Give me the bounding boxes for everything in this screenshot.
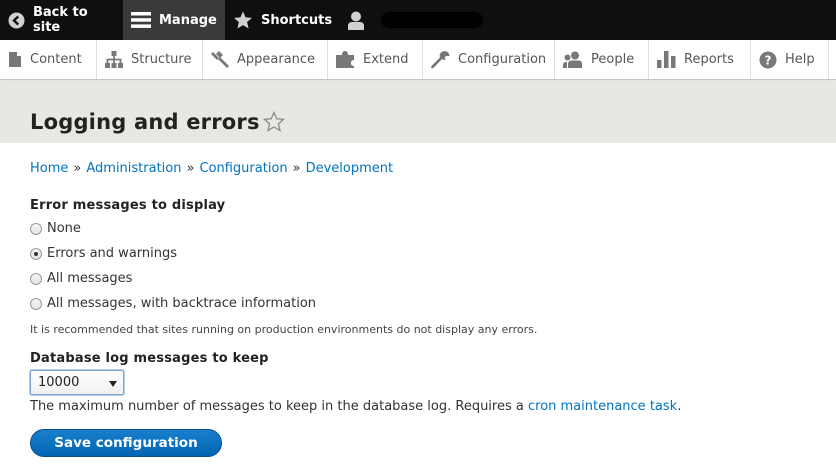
reports-icon	[657, 51, 676, 68]
page-title: Logging and errors	[30, 110, 260, 134]
breadcrumb-separator: »	[292, 161, 301, 176]
help-icon: ?	[759, 51, 777, 69]
radio-label: None	[47, 221, 81, 236]
radio-button[interactable]	[30, 272, 42, 285]
chevron-down-icon	[109, 381, 117, 387]
add-to-shortcuts-star-icon[interactable]	[262, 110, 286, 136]
tray-label-appearance: Appearance	[237, 52, 316, 67]
people-icon	[563, 51, 583, 68]
tray-item-help[interactable]: ? Help	[751, 40, 829, 79]
breadcrumb-separator: »	[186, 161, 195, 176]
manage-label: Manage	[159, 12, 217, 28]
admin-tray: Content Structure Appearance Extend Conf…	[0, 40, 836, 80]
back-arrow-icon	[8, 12, 25, 29]
tray-label-content: Content	[30, 52, 82, 67]
radio-option-all-messages[interactable]: All messages	[30, 271, 132, 286]
radio-option-all-with-backtrace[interactable]: All messages, with backtrace information	[30, 296, 316, 311]
tray-label-structure: Structure	[131, 52, 192, 67]
star-icon	[233, 11, 253, 30]
redacted-username	[381, 12, 483, 28]
radio-label: Errors and warnings	[47, 246, 178, 261]
content-icon	[8, 51, 22, 68]
tray-label-extend: Extend	[363, 52, 409, 67]
manage-tab[interactable]: Manage	[123, 0, 225, 40]
admin-toolbar: Back to site Manage Shortcuts	[0, 0, 836, 40]
shortcuts-tab[interactable]: Shortcuts	[225, 0, 333, 40]
wrench-icon	[431, 50, 450, 69]
breadcrumb-home[interactable]: Home	[30, 161, 68, 176]
tray-label-help: Help	[785, 52, 815, 67]
tray-item-structure[interactable]: Structure	[97, 40, 203, 79]
back-to-site-link[interactable]: Back to site	[0, 0, 123, 40]
shortcuts-label: Shortcuts	[261, 12, 333, 28]
radio-button[interactable]	[30, 297, 42, 310]
extend-icon	[336, 51, 355, 68]
dblog-description-text: The maximum number of messages to keep i…	[30, 399, 528, 414]
select-value: 10000	[38, 375, 80, 390]
svg-text:?: ?	[765, 53, 772, 67]
dblog-row-limit-label: Database log messages to keep	[30, 351, 269, 366]
hamburger-icon	[131, 11, 151, 29]
tray-item-extend[interactable]: Extend	[328, 40, 423, 79]
dblog-row-limit-select[interactable]: 10000	[30, 370, 124, 395]
tray-label-people: People	[591, 52, 635, 67]
tray-item-people[interactable]: People	[555, 40, 649, 79]
tray-item-appearance[interactable]: Appearance	[203, 40, 328, 79]
appearance-icon	[211, 50, 229, 69]
tray-item-configuration[interactable]: Configuration	[423, 40, 555, 79]
user-tab[interactable]	[333, 0, 493, 40]
cron-maintenance-link[interactable]: cron maintenance task	[528, 399, 677, 414]
tray-item-content[interactable]: Content	[0, 40, 97, 79]
dblog-description-suffix: .	[677, 399, 682, 414]
breadcrumb-separator: »	[73, 161, 82, 176]
error-level-label: Error messages to display	[30, 198, 226, 213]
breadcrumb-development[interactable]: Development	[306, 161, 394, 176]
tray-item-reports[interactable]: Reports	[649, 40, 751, 79]
back-to-site-label: Back to site	[33, 5, 88, 35]
breadcrumb-administration[interactable]: Administration	[86, 161, 181, 176]
radio-option-none[interactable]: None	[30, 221, 81, 236]
tray-label-reports: Reports	[684, 52, 734, 67]
radio-button[interactable]	[30, 222, 42, 235]
radio-option-errors-and-warnings[interactable]: Errors and warnings	[30, 246, 177, 261]
tray-label-configuration: Configuration	[458, 52, 547, 67]
radio-label: All messages	[47, 271, 133, 286]
error-level-description: It is recommended that sites running on …	[30, 323, 538, 336]
breadcrumb-configuration[interactable]: Configuration	[199, 161, 287, 176]
breadcrumb: Home » Administration » Configuration » Develo…	[30, 161, 393, 176]
save-configuration-button[interactable]: Save configuration	[30, 429, 222, 457]
radio-button-checked[interactable]	[30, 247, 42, 260]
user-icon	[347, 11, 365, 30]
dblog-row-limit-description: The maximum number of messages to keep i…	[30, 399, 681, 414]
radio-label: All messages, with backtrace information	[47, 296, 317, 311]
structure-icon	[105, 51, 123, 68]
